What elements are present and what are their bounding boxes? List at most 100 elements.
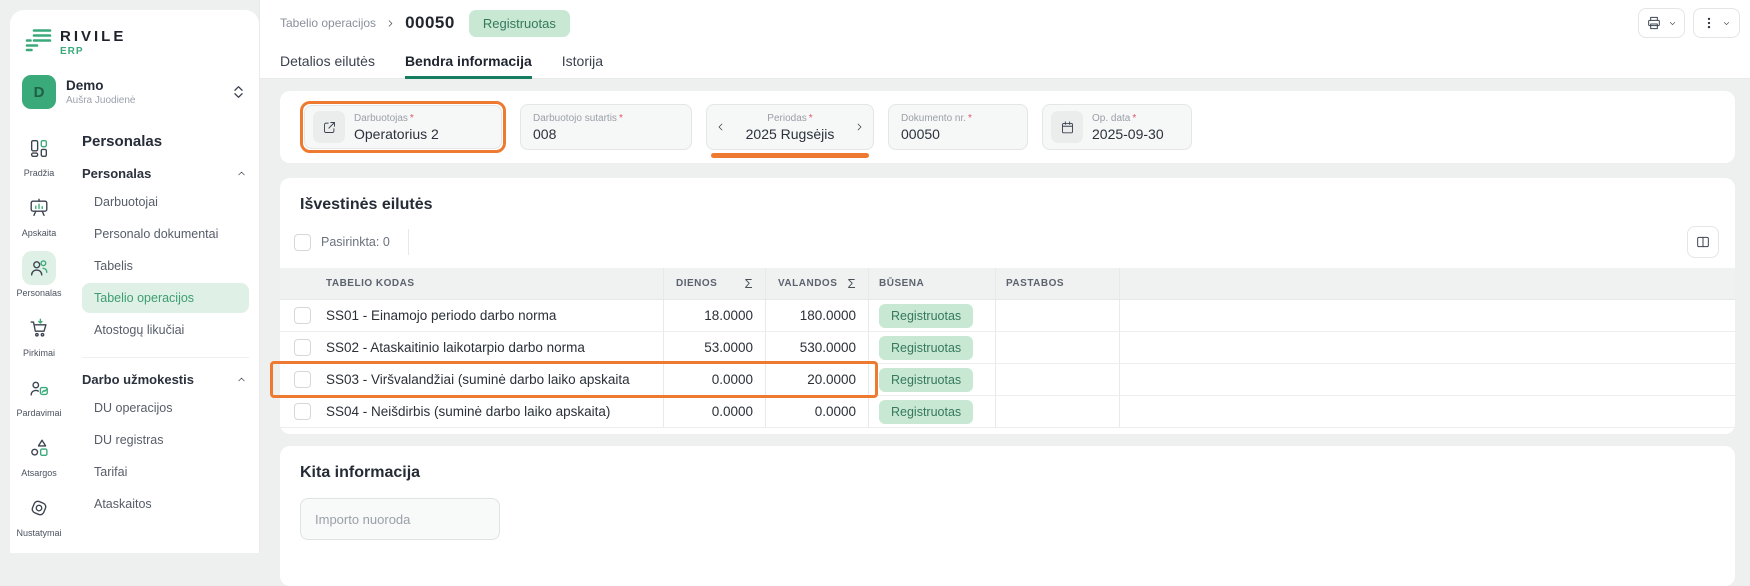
cell-dienos: 18.0000 bbox=[664, 300, 766, 331]
menu-heading: Personalas bbox=[82, 133, 251, 150]
sidebar-item-ataskaitos[interactable]: Ataskaitos bbox=[82, 489, 249, 519]
section-title: Išvestinės eilutės bbox=[280, 178, 1735, 214]
sidebar-item-tarifai[interactable]: Tarifai bbox=[82, 457, 249, 487]
shapes-icon bbox=[22, 431, 56, 465]
cell-empty bbox=[1120, 364, 1735, 395]
select-all-checkbox[interactable] bbox=[294, 234, 311, 251]
table-row-ss01[interactable]: SS01 - Einamojo periodo darbo norma 18.0… bbox=[280, 300, 1735, 332]
status-badge: Registruotas bbox=[879, 304, 973, 328]
table-row-ss03[interactable]: SS03 - Viršvalandžiai (suminė darbo laik… bbox=[280, 364, 1735, 396]
sidebar-item-tabelis[interactable]: Tabelis bbox=[82, 251, 249, 281]
calendar-icon[interactable] bbox=[1051, 111, 1083, 143]
main-area: Tabelio operacijos 00050 Registruotas bbox=[259, 0, 1750, 553]
darbuotojo-sutartis-field[interactable]: Darbuotojo sutartis* 008 bbox=[520, 104, 692, 150]
tab-bar: Detalios eilutės Bendra informacija Isto… bbox=[260, 46, 1750, 79]
annotation-highlight-underline-periodas bbox=[711, 153, 869, 158]
logo[interactable]: RIVILE ERP bbox=[10, 10, 259, 57]
tab-bendra-informacija[interactable]: Bendra informacija bbox=[405, 46, 532, 79]
cell-valandos: 180.0000 bbox=[766, 300, 869, 331]
column-header-valandos[interactable]: VALANDOSΣ bbox=[766, 268, 869, 299]
user-name: Demo bbox=[66, 78, 136, 93]
rail-item-pirkimai[interactable]: Pirkimai bbox=[22, 311, 56, 358]
chevron-left-icon[interactable] bbox=[715, 121, 727, 133]
printer-icon bbox=[1646, 15, 1662, 31]
annotation-highlight-box-darbuotojas: Darbuotojas* Operatorius 2 bbox=[300, 101, 506, 153]
sidebar-item-personalo-dokumentai[interactable]: Personalo dokumentai bbox=[82, 219, 249, 249]
column-header-pastabos[interactable]: PASTABOS bbox=[996, 268, 1120, 299]
sidebar-item-du-operacijos[interactable]: DU operacijos bbox=[82, 393, 249, 423]
table-header-row: TABELIO KODAS DIENOSΣ VALANDOSΣ BŪSENA P… bbox=[280, 268, 1735, 300]
rail-item-atsargos[interactable]: Atsargos bbox=[21, 431, 57, 478]
avatar: D bbox=[22, 75, 56, 109]
section-personalas[interactable]: Personalas bbox=[82, 166, 251, 181]
cell-code: SS04 - Neišdirbis (suminė darbo laiko ap… bbox=[324, 396, 664, 427]
cell-empty bbox=[1120, 332, 1735, 363]
periodas-field[interactable]: Periodas* 2025 Rugsėjis bbox=[706, 104, 874, 150]
table-toolbar: Pasirinkta: 0 bbox=[294, 226, 1719, 258]
column-header-dienos[interactable]: DIENOSΣ bbox=[664, 268, 766, 299]
user-subtitle: Aušra Juodienė bbox=[66, 95, 136, 106]
table-row-ss02[interactable]: SS02 - Ataskaitinio laikotarpio darbo no… bbox=[280, 332, 1735, 364]
sidebar-item-darbuotojai[interactable]: Darbuotojai bbox=[82, 187, 249, 217]
cell-dienos: 53.0000 bbox=[664, 332, 766, 363]
status-badge: Registruotas bbox=[879, 400, 973, 424]
status-badge: Registruotas bbox=[879, 336, 973, 360]
print-button[interactable] bbox=[1638, 8, 1685, 38]
section-darbo-uzmokestis[interactable]: Darbo užmokestis bbox=[82, 372, 251, 387]
tab-detalios-eilutes[interactable]: Detalios eilutės bbox=[280, 46, 375, 79]
importo-nuoroda-input[interactable] bbox=[300, 498, 500, 540]
sum-sigma-icon[interactable]: Σ bbox=[847, 276, 856, 291]
columns-settings-button[interactable] bbox=[1687, 226, 1719, 258]
row-checkbox[interactable] bbox=[294, 403, 311, 420]
cell-valandos: 0.0000 bbox=[766, 396, 869, 427]
document-header-card: Darbuotojas* Operatorius 2 Darbuotojo su… bbox=[280, 91, 1735, 163]
row-checkbox[interactable] bbox=[294, 339, 311, 356]
user-switcher[interactable]: D Demo Aušra Juodienė bbox=[22, 75, 247, 109]
more-actions-button[interactable] bbox=[1693, 8, 1740, 38]
chevron-right-icon[interactable] bbox=[853, 121, 865, 133]
section-title: Kita informacija bbox=[280, 446, 1735, 482]
cell-pastabos bbox=[996, 300, 1120, 331]
dokumento-nr-field[interactable]: Dokumento nr.* 00050 bbox=[888, 104, 1028, 150]
table-row-ss04[interactable]: SS04 - Neišdirbis (suminė darbo laiko ap… bbox=[280, 396, 1735, 428]
column-header-tabelio-kodas[interactable]: TABELIO KODAS bbox=[324, 268, 664, 299]
topbar-actions bbox=[1638, 8, 1740, 38]
selected-count-label: Pasirinkta: 0 bbox=[321, 235, 390, 249]
periodas-value: 2025 Rugsėjis bbox=[746, 126, 835, 142]
chevron-down-icon bbox=[1668, 19, 1677, 28]
breadcrumb-link[interactable]: Tabelio operacijos bbox=[280, 16, 376, 30]
tab-istorija[interactable]: Istorija bbox=[562, 46, 603, 79]
toolbar-divider bbox=[408, 229, 409, 255]
cell-code: SS01 - Einamojo periodo darbo norma bbox=[324, 300, 664, 331]
column-header-filler bbox=[1120, 268, 1735, 299]
cell-pastabos bbox=[996, 364, 1120, 395]
row-checkbox[interactable] bbox=[294, 371, 311, 388]
rail-item-pradzia[interactable]: Pradžia bbox=[22, 131, 56, 178]
rivile-logo-icon bbox=[24, 26, 52, 53]
rail-item-pardavimai[interactable]: Pardavimai bbox=[16, 371, 61, 418]
sidebar-item-du-registras[interactable]: DU registras bbox=[82, 425, 249, 455]
menu-divider bbox=[82, 357, 249, 358]
rail-item-personalas[interactable]: Personalas bbox=[16, 251, 61, 298]
row-checkbox[interactable] bbox=[294, 307, 311, 324]
breadcrumb: Tabelio operacijos 00050 Registruotas bbox=[280, 10, 570, 37]
op-data-field[interactable]: Op. data* 2025-09-30 bbox=[1042, 104, 1192, 150]
cart-icon bbox=[22, 311, 56, 345]
dashboard-grid-icon bbox=[22, 131, 56, 165]
derived-rows-table: TABELIO KODAS DIENOSΣ VALANDOSΣ BŪSENA P… bbox=[280, 268, 1735, 428]
cell-pastabos bbox=[996, 396, 1120, 427]
sidebar-item-atostogu-likuciai[interactable]: Atostogų likučiai bbox=[82, 315, 249, 345]
cell-empty bbox=[1120, 300, 1735, 331]
external-link-icon[interactable] bbox=[313, 111, 345, 143]
cell-empty bbox=[1120, 396, 1735, 427]
sidebar-item-tabelio-operacijos[interactable]: Tabelio operacijos bbox=[82, 283, 249, 313]
darbuotojas-field[interactable]: Darbuotojas* Operatorius 2 bbox=[304, 105, 502, 149]
rail-item-nustatymai[interactable]: Nustatymai bbox=[16, 491, 61, 538]
status-badge: Registruotas bbox=[879, 368, 973, 392]
user-expander-icon[interactable] bbox=[232, 84, 245, 100]
column-header-busena[interactable]: BŪSENA bbox=[869, 268, 996, 299]
darbuotojas-value: Operatorius 2 bbox=[354, 126, 439, 142]
chevron-right-icon bbox=[385, 18, 396, 29]
sum-sigma-icon[interactable]: Σ bbox=[744, 276, 753, 291]
rail-item-apskaita[interactable]: Apskaita bbox=[22, 191, 57, 238]
